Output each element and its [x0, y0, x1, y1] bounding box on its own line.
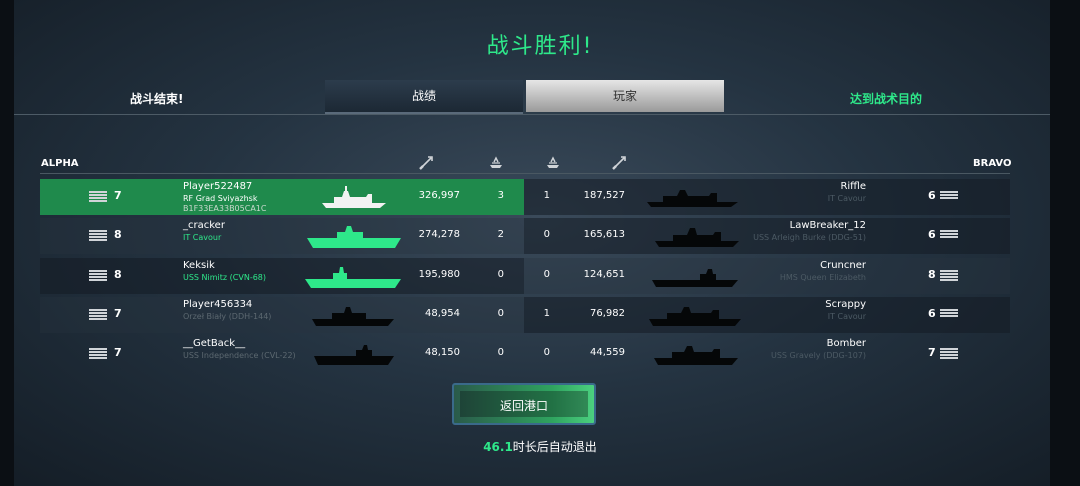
player-level: 7	[114, 189, 122, 202]
damage-value: 326,997	[418, 190, 460, 201]
enemy-damage-value: 187,527	[583, 190, 625, 201]
table-row[interactable]: 7 __GetBack__ USS Independence (CVL-22) …	[40, 336, 1010, 372]
countdown-text: 时长后自动退出	[512, 440, 597, 454]
ship-silhouette-icon	[647, 190, 738, 207]
player-name: _cracker	[183, 220, 225, 231]
tab-bar: 战斗结束! 战绩 玩家 达到战术目的	[14, 80, 1050, 115]
enemy-name: Cruncner	[820, 260, 866, 271]
table-row[interactable]: 8 _cracker IT Cavour 274,278 2 0 165,613…	[40, 218, 1010, 254]
enemy-ship: HMS Queen Elizabeth	[779, 273, 866, 282]
rank-icon	[89, 348, 107, 360]
header-divider	[40, 173, 1010, 174]
damage-value: 274,278	[418, 229, 460, 240]
enemy-kills-value: 1	[543, 190, 550, 201]
damage-icon	[419, 156, 433, 170]
enemy-name: Riffle	[840, 181, 866, 192]
enemy-kills-value: 0	[543, 229, 550, 240]
rank-icon	[940, 191, 958, 203]
player-level: 7	[114, 346, 122, 359]
victory-title: 战斗胜利!	[486, 34, 594, 59]
damage-value: 195,980	[418, 269, 460, 280]
rank-icon	[940, 348, 958, 360]
enemy-level: 6	[928, 228, 936, 241]
enemy-damage-value: 165,613	[583, 229, 625, 240]
enemy-name: Bomber	[826, 338, 866, 349]
player-ship: USS Independence (CVL-22)	[183, 351, 296, 360]
table-row[interactable]: 7 Player456334 Orzeł Biały (DDH-144) 48,…	[40, 297, 1010, 333]
enemy-kills-value: 0	[543, 347, 550, 358]
kills-value: 0	[497, 347, 504, 358]
player-id: B1F33EA33B05CA1C	[183, 204, 267, 213]
table-row[interactable]: 7 Player522487 RF Grad Sviyazhsk B1F33EA…	[40, 179, 1010, 215]
player-name: Keksik	[183, 260, 215, 271]
player-ship: IT Cavour	[183, 233, 222, 242]
player-name: __GetBack__	[183, 338, 246, 349]
damage-value: 48,150	[425, 347, 460, 358]
ship-silhouette-icon	[652, 269, 738, 287]
enemy-ship: IT Cavour	[827, 194, 866, 203]
rank-icon	[89, 191, 107, 203]
battle-over-label: 战斗结束!	[130, 92, 184, 106]
enemy-ship: USS Arleigh Burke (DDG-51)	[753, 233, 866, 242]
enemy-level: 7	[928, 346, 936, 359]
player-level: 8	[114, 228, 122, 241]
enemy-level: 6	[928, 307, 936, 320]
return-to-port-button[interactable]: 返回港口	[452, 383, 596, 425]
enemy-level: 6	[928, 189, 936, 202]
enemy-level: 8	[928, 268, 936, 281]
player-ship: Orzeł Biały (DDH-144)	[183, 312, 272, 321]
player-level: 8	[114, 268, 122, 281]
rank-icon	[940, 270, 958, 282]
enemy-name: LawBreaker_12	[789, 220, 866, 231]
ship-silhouette-icon	[305, 267, 401, 288]
ship-silhouette-icon	[654, 346, 738, 365]
kills-value: 0	[497, 269, 504, 280]
kills-icon	[490, 156, 502, 168]
damage-value: 48,954	[425, 308, 460, 319]
kills-icon	[547, 156, 559, 168]
enemy-damage-value: 44,559	[590, 347, 625, 358]
kills-value: 0	[497, 308, 504, 319]
objective-achieved-label: 达到战术目的	[850, 92, 923, 106]
ship-silhouette-icon	[314, 345, 394, 365]
ship-silhouette-icon	[307, 226, 401, 248]
ship-silhouette-icon	[312, 307, 394, 326]
enemy-damage-value: 76,982	[590, 308, 625, 319]
return-to-port-label: 返回港口	[499, 399, 548, 413]
enemy-name: Scrappy	[825, 299, 866, 310]
tab-players[interactable]: 玩家	[526, 80, 724, 112]
auto-exit-countdown: 46.1时长后自动退出	[0, 438, 1080, 455]
tab-stats[interactable]: 战绩	[325, 80, 523, 114]
kills-value: 2	[497, 229, 504, 240]
countdown-seconds: 46.1	[483, 440, 513, 454]
enemy-ship: IT Cavour	[827, 312, 866, 321]
rank-icon	[940, 230, 958, 242]
rank-icon	[89, 230, 107, 242]
enemy-damage-value: 124,651	[583, 269, 625, 280]
team-bravo-label: BRAVO	[973, 158, 1012, 169]
ship-silhouette-icon	[322, 186, 386, 208]
damage-icon	[612, 156, 626, 170]
rank-icon	[89, 270, 107, 282]
player-name: Player456334	[183, 299, 253, 310]
screen-edge-left	[0, 0, 14, 486]
team-alpha-label: ALPHA	[41, 158, 79, 169]
ship-silhouette-icon	[649, 307, 741, 326]
kills-value: 3	[497, 190, 504, 201]
screen-edge-right	[1050, 0, 1080, 486]
player-name: Player522487	[183, 181, 253, 192]
enemy-ship: USS Gravely (DDG-107)	[770, 351, 866, 360]
player-level: 7	[114, 307, 122, 320]
rank-icon	[940, 309, 958, 321]
player-ship: RF Grad Sviyazhsk	[183, 194, 258, 203]
player-ship: USS Nimitz (CVN-68)	[183, 273, 267, 282]
ship-silhouette-icon	[655, 228, 739, 247]
table-row[interactable]: 8 Keksik USS Nimitz (CVN-68) 195,980 0 0…	[40, 258, 1010, 294]
enemy-kills-value: 0	[543, 269, 550, 280]
rank-icon	[89, 309, 107, 321]
enemy-kills-value: 1	[543, 308, 550, 319]
